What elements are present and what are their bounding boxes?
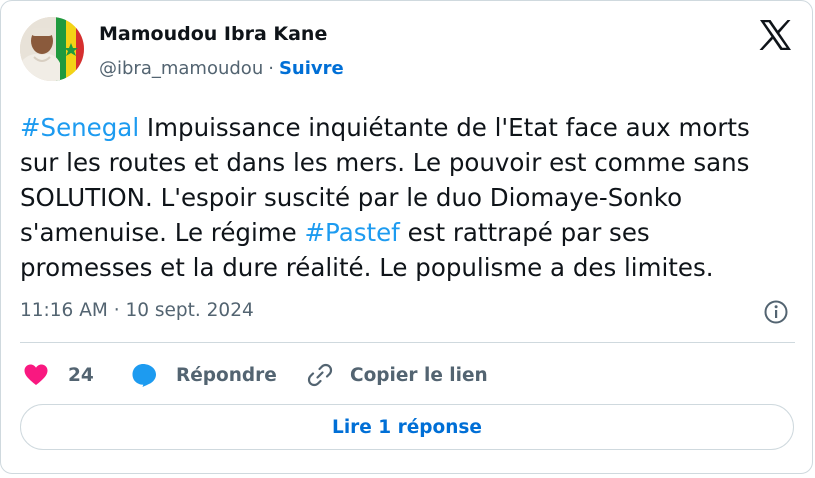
- hashtag-link[interactable]: #Pastef: [305, 218, 400, 247]
- like-button[interactable]: 24: [23, 357, 94, 393]
- tweet-text-line: promesses et la dure réalité. Le populis…: [20, 250, 800, 285]
- tweet-text-segment: est rattrapé par ses: [399, 218, 650, 247]
- read-replies-button[interactable]: Lire 1 réponse: [20, 404, 794, 450]
- avatar[interactable]: [20, 17, 84, 81]
- info-icon[interactable]: [763, 299, 789, 325]
- author-name[interactable]: Mamoudou Ibra Kane: [99, 23, 327, 45]
- avatar-image: [20, 17, 84, 81]
- read-replies-label: Lire 1 réponse: [332, 416, 482, 438]
- author-handle[interactable]: @ibra_mamoudou: [99, 58, 263, 79]
- tweet-timestamp[interactable]: 11:16 AM · 10 sept. 2024: [20, 300, 254, 321]
- separator-dot: ·: [268, 58, 274, 79]
- x-logo-icon[interactable]: [758, 19, 792, 51]
- reply-bubble-icon: [132, 364, 156, 387]
- tweet-text-line: sur les routes et dans les mers. Le pouv…: [20, 145, 800, 180]
- tweet-text-line: s'amenuise. Le régime #Pastef est rattra…: [20, 215, 800, 250]
- tweet-text-line: SOLUTION. L'espoir suscité par le duo Di…: [20, 180, 800, 215]
- heart-icon: [24, 364, 48, 385]
- copy-link-label: Copier le lien: [350, 364, 488, 386]
- copy-link-button[interactable]: Copier le lien: [306, 357, 488, 393]
- link-icon: [307, 363, 333, 387]
- tweet-text-segment: s'amenuise. Le régime: [20, 218, 305, 247]
- tweet-embed-card: Mamoudou Ibra Kane @ibra_mamoudou · Suivre…: [0, 0, 813, 474]
- like-count: 24: [68, 364, 94, 386]
- hashtag-link[interactable]: #Senegal: [20, 113, 139, 142]
- reply-button[interactable]: Répondre: [131, 357, 277, 393]
- reply-label: Répondre: [176, 364, 277, 386]
- tweet-text-segment: promesses et la dure réalité. Le populis…: [20, 253, 714, 282]
- author-handle-row: @ibra_mamoudou · Suivre: [99, 58, 344, 79]
- tweet-text-segment: Impuissance inquiétante de l'Etat face a…: [139, 113, 750, 142]
- tweet-text-line: #Senegal Impuissance inquiétante de l'Et…: [20, 110, 800, 145]
- tweet-text-segment: SOLUTION. L'espoir suscité par le duo Di…: [20, 183, 683, 212]
- tweet-text: #Senegal Impuissance inquiétante de l'Et…: [20, 110, 800, 285]
- divider: [20, 342, 795, 343]
- follow-button[interactable]: Suivre: [279, 58, 344, 79]
- tweet-text-segment: sur les routes et dans les mers. Le pouv…: [20, 148, 750, 177]
